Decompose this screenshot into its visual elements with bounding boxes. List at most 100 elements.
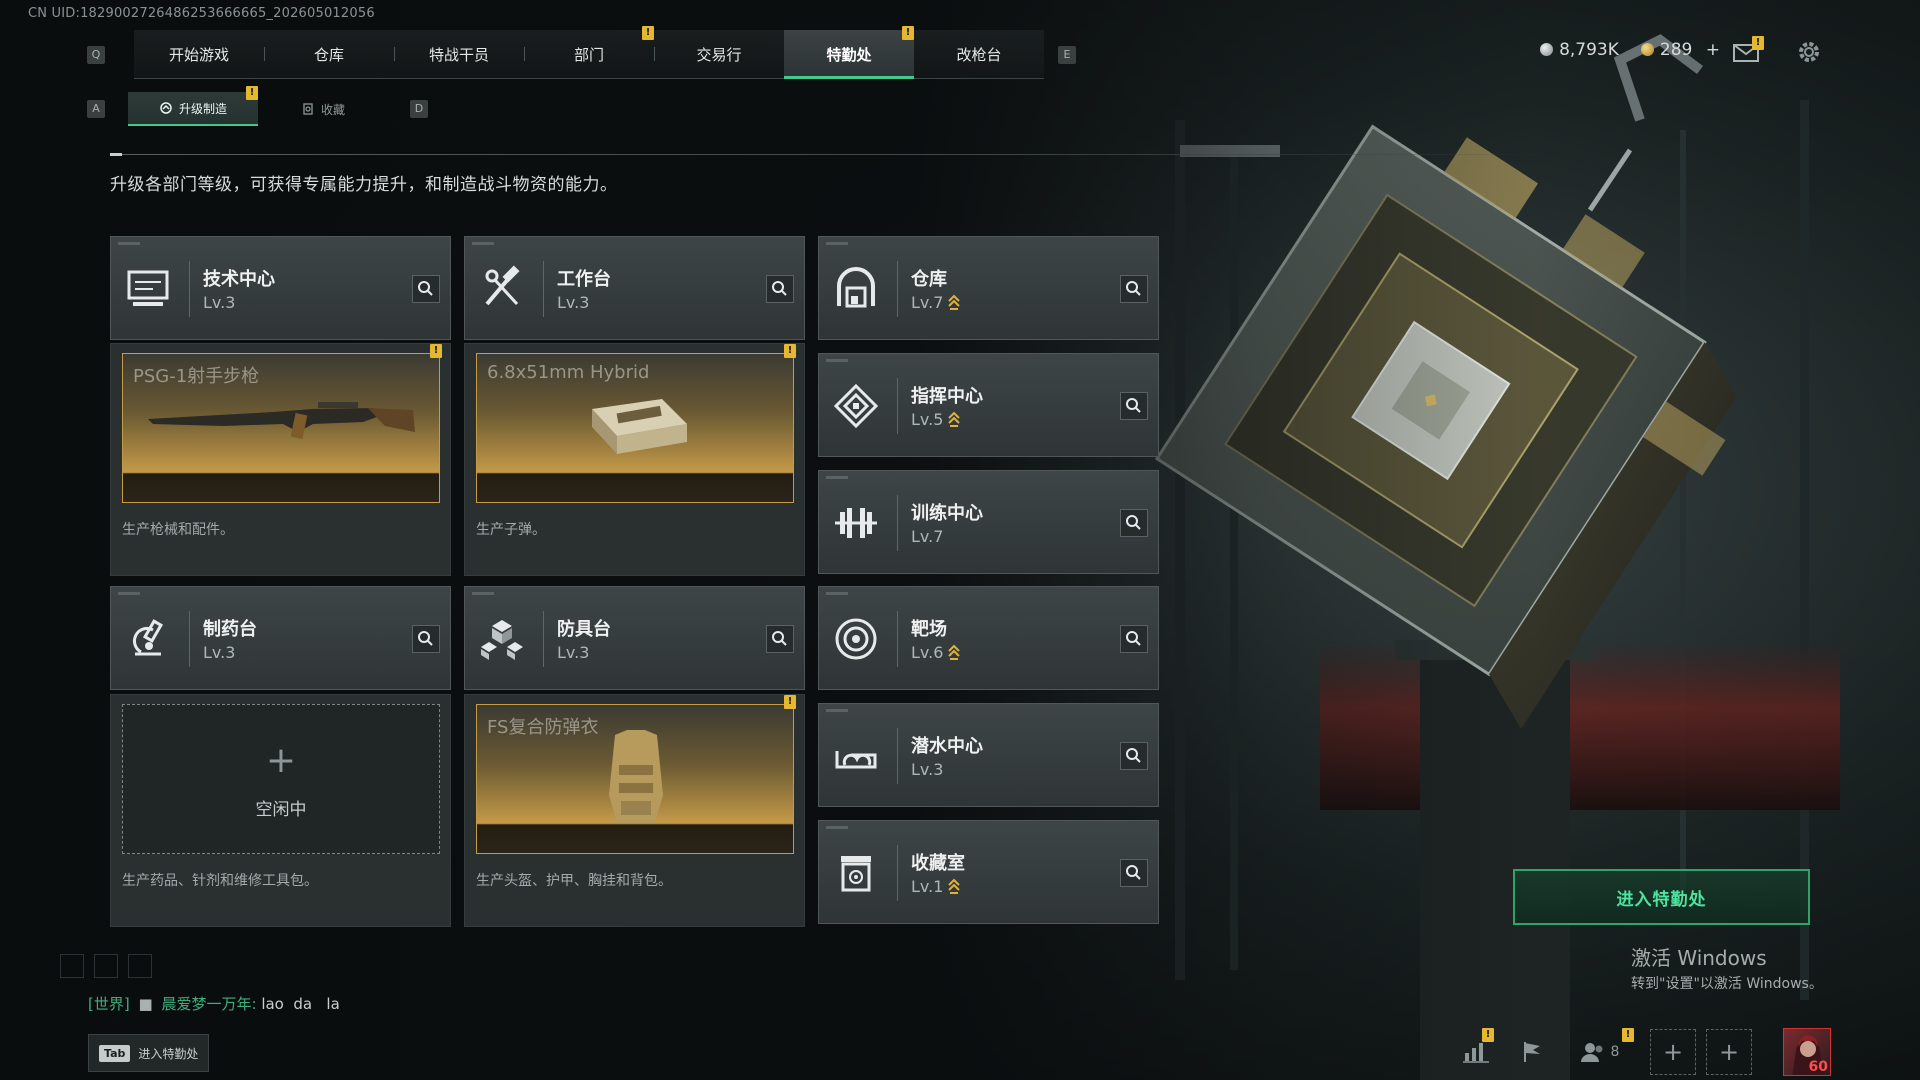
dept-card-collection-room[interactable]: 收藏室 Lv.1 [818,820,1159,924]
dept-level: Lv.3 [557,643,589,662]
next-subtab-key[interactable]: D [410,100,428,118]
search-icon [772,631,787,646]
dept-name: 防具台 [557,619,611,640]
tab-label: 特勤处 [826,45,872,64]
card-separator [897,611,898,667]
inspect-button[interactable] [412,625,440,653]
dept-level-text: Lv.7 [911,527,944,546]
tab-label: 仓库 [313,45,344,64]
production-panel-armor[interactable]: FS复合防弹衣 ! 生产头盔、护甲、胸挂和背包。 [464,694,805,927]
production-panel-weapons[interactable]: PSG-1射手步枪 ! 生产枪械和配件。 [110,343,451,576]
add-gold-button[interactable]: + [1706,40,1720,60]
dept-card-diving-center[interactable]: 潜水中心 Lv.3 [818,703,1159,807]
collection-icon [303,103,313,115]
tab-label: 特战干员 [428,45,489,64]
dept-card-tech-center[interactable]: 技术中心 Lv.3 [110,236,451,340]
production-panel-ammo[interactable]: 6.8x51mm Hybrid ! 生产子弹。 [464,343,805,576]
enter-special-ops-button[interactable]: 进入特勤处 [1513,869,1810,925]
card-separator [897,378,898,434]
notification-badge: ! [246,86,258,100]
currency-bar: 8,793K 289 + [1540,40,1720,60]
add-team-slot-button[interactable]: + [1650,1029,1696,1075]
add-team-slot-button[interactable]: + [1706,1029,1752,1075]
dept-name: 指挥中心 [911,386,983,407]
deco-square [128,954,152,978]
dept-level-text: Lv.3 [911,760,944,779]
dept-card-warehouse[interactable]: 仓库 Lv.7 [818,236,1159,340]
tab-special-ops[interactable]: 特勤处 ! [784,26,914,79]
vest-image [609,730,663,823]
settings-button[interactable] [1795,38,1823,66]
subtab-upgrade-craft[interactable]: 升级制造 ! [128,86,258,126]
tab-start-game[interactable]: 开始游戏 [134,30,264,78]
tab-warehouse[interactable]: 仓库 [264,30,394,78]
upgrade-available-icon [948,644,961,660]
inspect-button[interactable] [412,275,440,303]
dept-name: 收藏室 [911,853,965,874]
production-description: 生产头盔、护甲、胸挂和背包。 [476,873,672,889]
inspect-button[interactable] [1120,275,1148,303]
card-separator [897,845,898,901]
production-panel-medicine[interactable]: + 空闲中 生产药品、针剂和维修工具包。 [110,694,451,927]
tab-operators[interactable]: 特战干员 [394,30,524,78]
idle-slot[interactable]: + 空闲中 [122,704,440,854]
friends-button[interactable]: 8 ! [1560,1028,1640,1076]
upgrade-available-icon [948,878,961,894]
inspect-button[interactable] [1120,625,1148,653]
dept-level-text: Lv.3 [203,293,236,312]
card-separator [897,728,898,784]
stats-button[interactable]: ! [1448,1028,1504,1076]
production-item-image: PSG-1射手步枪 [122,353,440,503]
upgrade-icon [160,102,172,114]
chat-sender: 晨爱梦一万年: [161,995,257,1013]
inspect-button[interactable] [1120,392,1148,420]
inspect-button[interactable] [766,275,794,303]
windows-activation-subtitle: 转到"设置"以激活 Windows。 [1631,976,1823,992]
prev-tab-key[interactable]: Q [87,46,105,64]
dept-level: Lv.3 [203,293,235,312]
subtab-collection[interactable]: 收藏 [258,92,388,126]
tab-gunsmith[interactable]: 改枪台 [914,30,1044,78]
dept-level: Lv.3 [911,760,943,779]
dept-card-command-center[interactable]: 指挥中心 Lv.5 [818,353,1159,457]
tech-center-icon [127,270,169,306]
gold-amount: 289 [1659,40,1693,60]
dept-level: Lv.6 [911,643,961,662]
prev-subtab-key[interactable]: A [87,100,105,118]
header-divider-tick [110,153,122,156]
chat-message: lao da la [261,995,340,1013]
dept-name: 技术中心 [203,269,275,290]
tab-departments[interactable]: 部门 ! [524,26,654,78]
dept-card-armor-bench[interactable]: 防具台 Lv.3 [464,586,805,690]
inspect-button[interactable] [1120,859,1148,887]
card-separator [543,611,544,667]
dept-level: Lv.1 [911,877,961,896]
next-tab-key[interactable]: E [1058,46,1076,64]
dept-card-workbench[interactable]: 工作台 Lv.3 [464,236,805,340]
upgrade-available-icon [948,411,961,427]
tab-trade-market[interactable]: 交易行 [654,30,784,78]
notification-badge: ! [642,26,654,40]
dept-card-shooting-range[interactable]: 靶场 Lv.6 [818,586,1159,690]
search-icon [1126,748,1141,763]
inspect-button[interactable] [766,625,794,653]
inspect-button[interactable] [1120,742,1148,770]
notification-badge: ! [784,344,796,358]
training-center-icon [835,508,877,538]
search-icon [1126,515,1141,530]
workbench-icon [485,265,520,306]
flag-button[interactable] [1504,1028,1560,1076]
dept-card-pharmacy[interactable]: 制药台 Lv.3 [110,586,451,690]
mail-button[interactable]: ! [1732,36,1764,64]
windows-activation-watermark: 激活 Windows 转到"设置"以激活 Windows。 [1631,942,1823,993]
player-avatar[interactable]: 60 [1783,1028,1831,1076]
dept-level: Lv.3 [557,293,589,312]
inspect-button[interactable] [1120,509,1148,537]
chat-line[interactable]: [世界] ■ 晨爱梦一万年: lao da la [88,993,340,1014]
dept-card-training-center[interactable]: 训练中心 Lv.7 [818,470,1159,574]
header-divider [110,154,1810,155]
tab-shortcut-hint[interactable]: Tab 进入特勤处 [88,1034,210,1072]
search-icon [1126,865,1141,880]
warehouse-icon [837,267,875,308]
bar-chart-icon [1463,1043,1489,1063]
